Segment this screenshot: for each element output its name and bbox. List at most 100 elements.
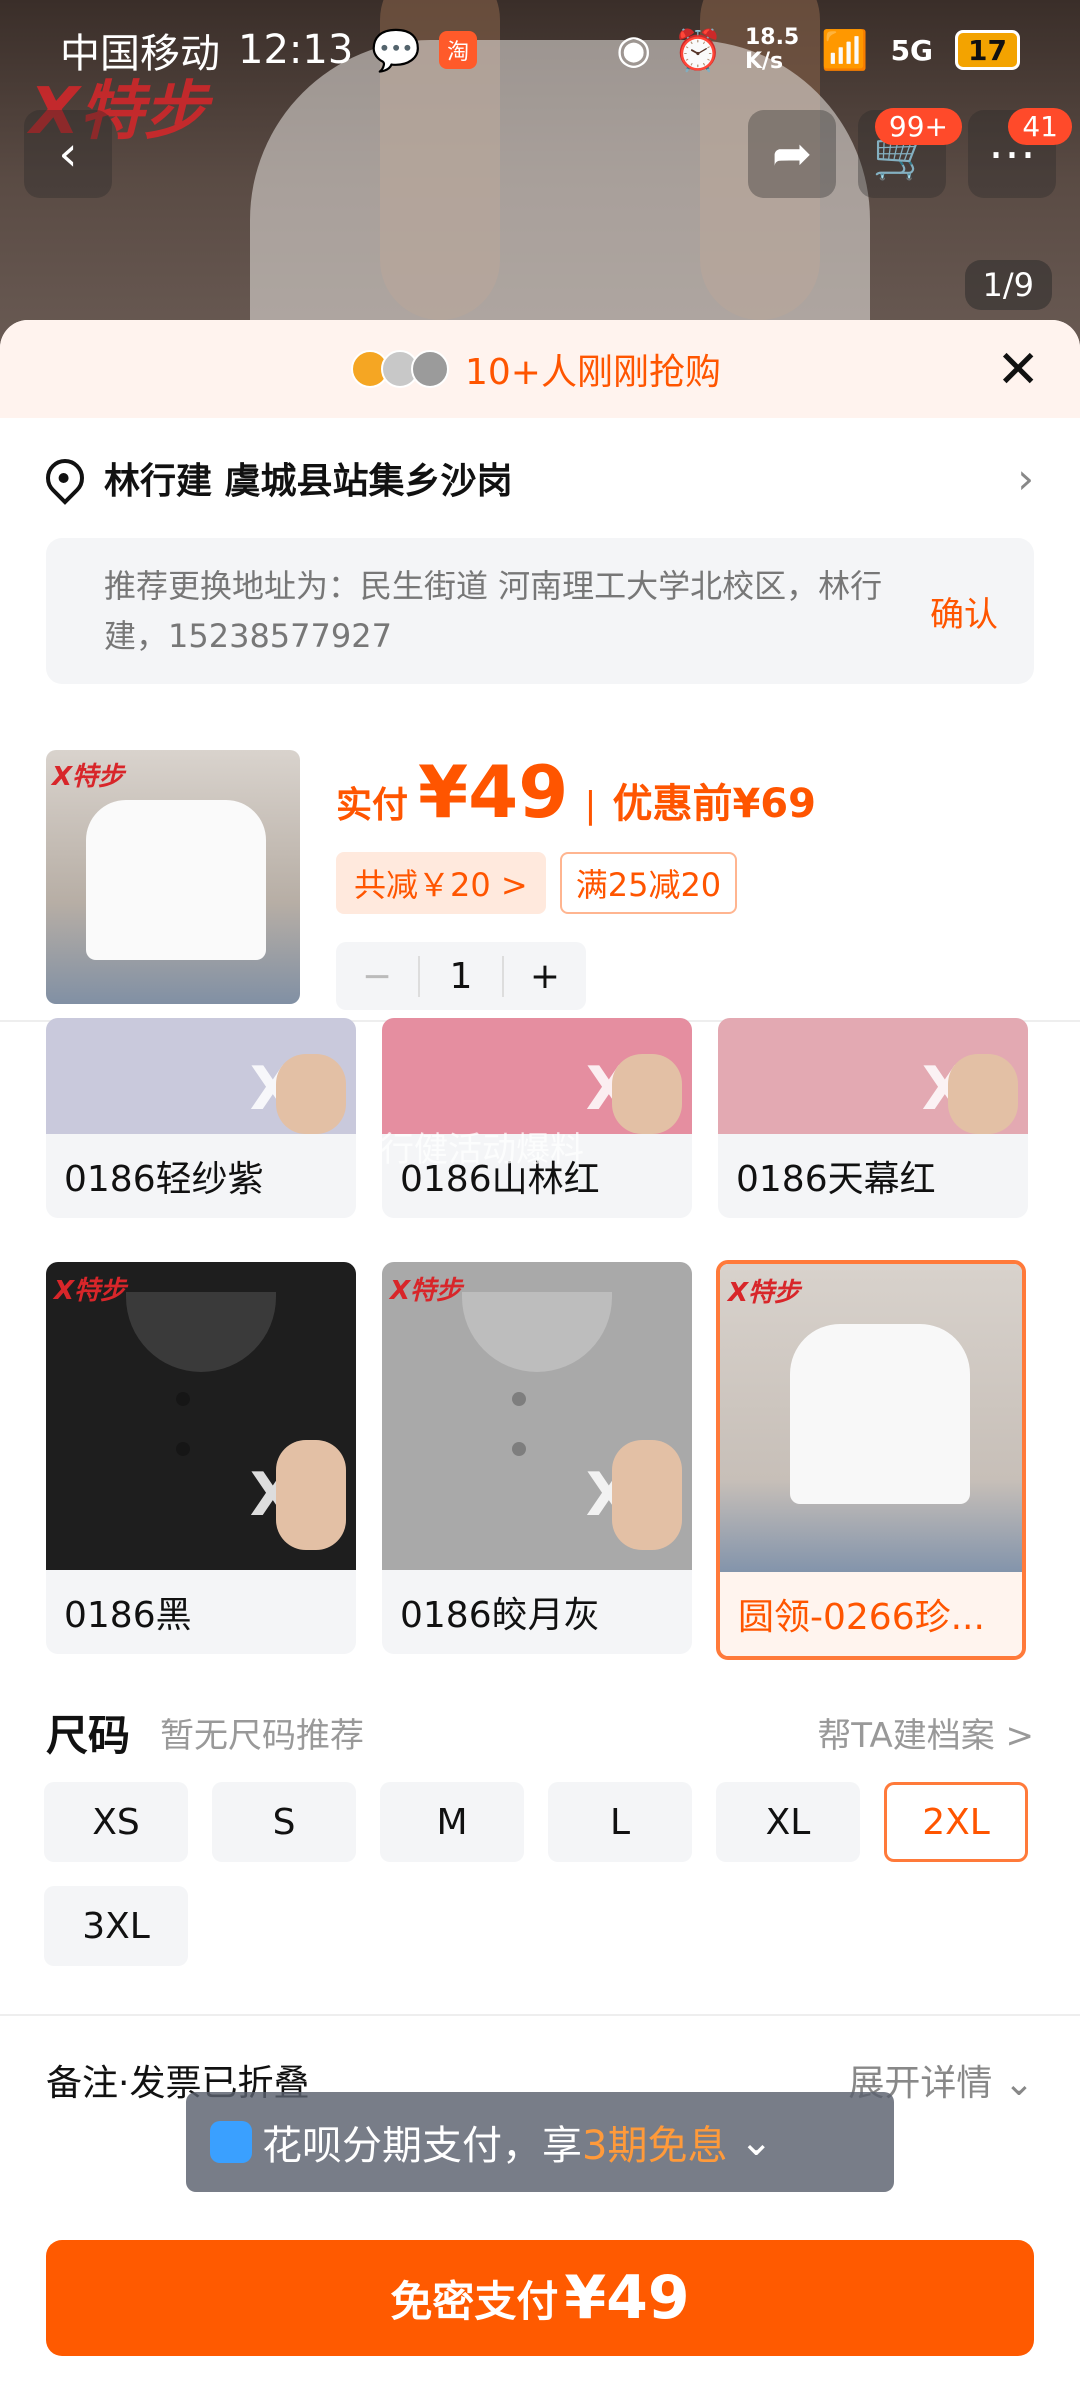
cart-button[interactable]: 🛒 99+: [858, 108, 962, 198]
increase-button[interactable]: +: [504, 956, 586, 997]
size-option-l[interactable]: L: [548, 1782, 692, 1862]
brand-logo-icon: X特步: [728, 1278, 801, 1308]
chevron-right-icon: ›: [1017, 453, 1034, 503]
network-speed: 18.5 K/s: [745, 26, 799, 74]
hand-image: [276, 1440, 346, 1550]
pay-label: 免密支付: [390, 2276, 559, 2326]
address-suggestion: 推荐更换地址为：民生街道 河南理工大学北校区，林行建，15238577927 确…: [46, 538, 1034, 684]
size-option-m[interactable]: M: [380, 1782, 524, 1862]
variant-image: X特步: [720, 1264, 1022, 1572]
alarm-icon: ⏰: [673, 27, 723, 74]
promo-tags: 共减￥20 > 满25减20: [336, 852, 816, 914]
variant-option[interactable]: X 0186山林红: [382, 1018, 692, 1218]
address-row[interactable]: 林行建 虞城县站集乡沙岗 ›: [0, 418, 1080, 538]
button-dot: [512, 1442, 526, 1456]
overlay-watermark: 行健活动爆料: [380, 1130, 584, 1170]
message-button[interactable]: ⋯ 41: [968, 108, 1072, 198]
price-label: 实付: [336, 785, 409, 826]
chevron-down-icon: ⌄: [739, 2119, 773, 2165]
suggestion-text: 推荐更换地址为：民生街道 河南理工大学北校区，林行建，15238577927: [104, 567, 883, 655]
chevron-left-icon: ‹: [58, 126, 78, 182]
variant-image: X X特步: [382, 1262, 692, 1570]
close-icon[interactable]: ✕: [996, 344, 1040, 396]
price-info: 实付 ¥49 | 优惠前 ¥69 共减￥20 > 满25减20 − 1 +: [336, 750, 816, 1020]
size-options: XS S M L XL 2XL 3XL: [0, 1782, 1080, 1966]
hand-image: [948, 1054, 1018, 1134]
buyer-avatars: [351, 350, 449, 388]
hand-image: [612, 1440, 682, 1550]
size-subtitle: 暂无尺码推荐: [160, 1715, 365, 1756]
variant-option[interactable]: X X特步 0186皎月灰: [382, 1262, 692, 1654]
size-option-xs[interactable]: XS: [44, 1782, 188, 1862]
price-value: ¥49: [418, 750, 569, 834]
variant-image: X X特步: [46, 1262, 356, 1570]
size-header: 尺码 暂无尺码推荐 帮TA建档案 >: [0, 1682, 1080, 1782]
network-type: 5G: [890, 33, 934, 67]
size-title: 尺码: [46, 1710, 131, 1760]
product-thumbnail[interactable]: X特步: [46, 750, 300, 1004]
address-text: 林行建 虞城县站集乡沙岗: [104, 461, 513, 502]
pay-bar: 免密支付 ¥49: [0, 2200, 1080, 2400]
variant-image: X: [46, 1018, 356, 1134]
back-button[interactable]: ‹: [24, 110, 112, 198]
product-summary: X特步 实付 ¥49 | 优惠前 ¥69 共减￥20 > 满25减20 − 1 …: [0, 684, 1080, 1020]
button-dot: [512, 1392, 526, 1406]
installment-toast[interactable]: 花呗分期支付，享 3期免息 ⌄: [186, 2092, 894, 2192]
variant-option[interactable]: X 0186天幕红: [718, 1018, 1028, 1218]
eye-icon: ◉: [616, 27, 652, 73]
battery-indicator: 17: [955, 30, 1020, 70]
size-option-2xl[interactable]: 2XL: [884, 1782, 1028, 1862]
speed-value: 18.5: [744, 25, 800, 50]
taobao-icon: 淘: [439, 31, 478, 69]
brand-logo-icon: X特步: [390, 1276, 463, 1306]
banner-text: 10+人刚刚抢购: [465, 352, 721, 393]
location-pin-icon: [38, 451, 92, 505]
share-button[interactable]: ➦: [748, 110, 836, 198]
variant-label: 圆领-0266珍...: [720, 1572, 1022, 1656]
original-label: 优惠前: [612, 781, 733, 827]
battery-level: 17: [968, 33, 1007, 67]
variant-option[interactable]: X 0186轻纱紫: [46, 1018, 356, 1218]
variant-grid: X 0186轻纱紫 X 0186山林红 X 0186天幕红 行健活动爆料 X X…: [0, 1018, 1080, 1682]
quantity-value[interactable]: 1: [418, 955, 504, 997]
discount-tag[interactable]: 共减￥20 >: [336, 852, 546, 914]
price-separator: |: [584, 785, 597, 826]
carrier: 中国移动: [60, 31, 220, 77]
status-bar: 中国移动 12:13 💬 淘 ◉ ⏰ 18.5 K/s 📶 5G 17: [0, 0, 1080, 100]
shirt-image: [86, 800, 266, 960]
variant-label: 0186黑: [64, 1595, 192, 1636]
size-option-xl[interactable]: XL: [716, 1782, 860, 1862]
button-dot: [176, 1442, 190, 1456]
size-option-s[interactable]: S: [212, 1782, 356, 1862]
brand-logo-icon: X特步: [54, 1276, 127, 1306]
hand-image: [612, 1054, 682, 1134]
original-price: ¥69: [732, 781, 816, 827]
button-dot: [176, 1392, 190, 1406]
size-option-3xl[interactable]: 3XL: [44, 1886, 188, 1966]
pay-amount: ¥49: [564, 2263, 690, 2333]
create-profile-link[interactable]: 帮TA建档案 >: [817, 1708, 1034, 1757]
wechat-icon: 💬: [371, 27, 422, 74]
decrease-button[interactable]: −: [336, 956, 418, 997]
brand-logo-icon: X特步: [52, 762, 125, 792]
promo-tag: 满25减20: [559, 852, 738, 914]
image-pager: 1/9: [964, 260, 1052, 310]
shirt-image: [790, 1324, 970, 1504]
confirm-address-button[interactable]: 确认: [930, 587, 998, 636]
variant-label: 0186天幕红: [736, 1159, 936, 1200]
variant-option[interactable]: X X特步 0186黑: [46, 1262, 356, 1654]
variant-label: 0186轻纱紫: [64, 1159, 264, 1200]
wifi-icon: 📶: [821, 27, 869, 72]
variant-image: X: [718, 1018, 1028, 1134]
clock: 12:13: [238, 27, 354, 73]
cart-badge: 99+: [874, 108, 962, 145]
variant-option-selected[interactable]: X特步 圆领-0266珍...: [716, 1260, 1026, 1660]
avatar: [411, 350, 449, 388]
purchase-sheet: 10+人刚刚抢购 ✕ 林行建 虞城县站集乡沙岗 › 推荐更换地址为：民生街道 河…: [0, 320, 1080, 2400]
quantity-stepper: − 1 +: [336, 942, 586, 1010]
variant-image: X: [382, 1018, 692, 1134]
pay-button[interactable]: 免密支付 ¥49: [46, 2240, 1034, 2356]
buyers-banner: 10+人刚刚抢购 ✕: [0, 320, 1080, 418]
price-line: 实付 ¥49 | 优惠前 ¥69: [336, 750, 816, 834]
hand-image: [276, 1054, 346, 1134]
